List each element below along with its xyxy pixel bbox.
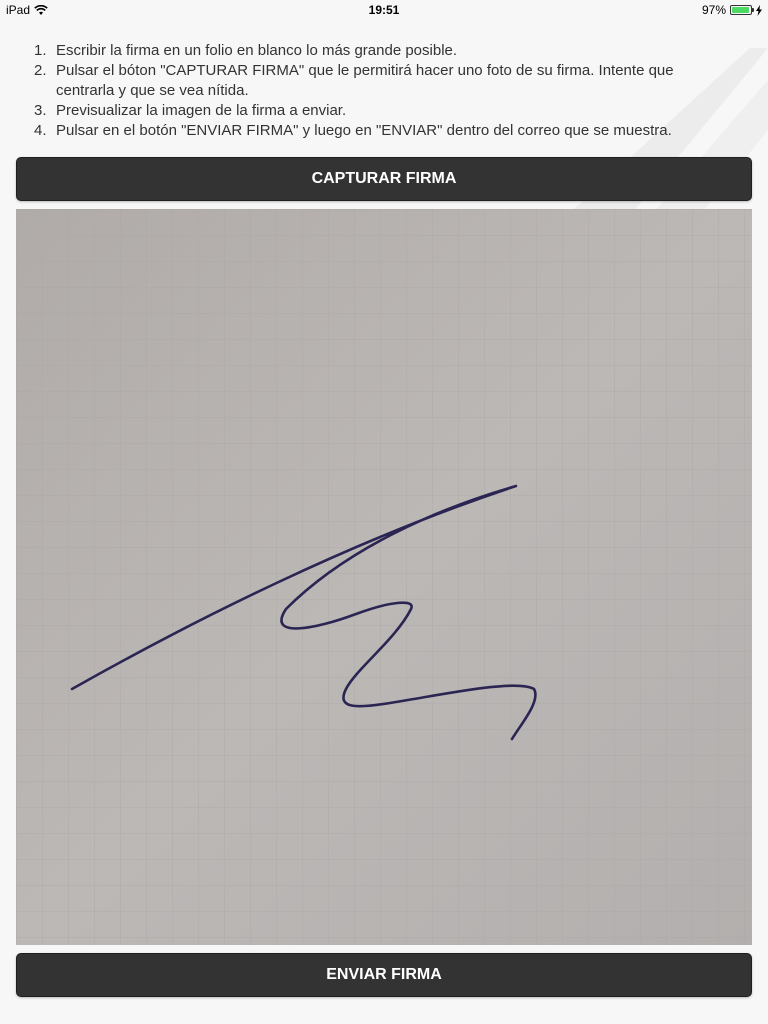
battery-fill xyxy=(732,7,750,13)
list-item-number: 4. xyxy=(34,122,47,139)
list-item-number: 1. xyxy=(34,42,47,59)
list-item-text: Previsualizar la imagen de la firma a en… xyxy=(56,102,347,119)
list-item: 1. Escribir la firma en un folio en blan… xyxy=(32,41,732,61)
status-right: 97% xyxy=(702,3,762,17)
list-item: 4. Pulsar en el botón "ENVIAR FIRMA" y l… xyxy=(32,121,732,141)
clock: 19:51 xyxy=(368,3,400,17)
signature-preview-image xyxy=(16,209,752,945)
list-item-text: Pulsar el bóton "CAPTURAR FIRMA" que le … xyxy=(56,62,674,99)
send-signature-button[interactable]: ENVIAR FIRMA xyxy=(16,953,752,997)
list-item-number: 2. xyxy=(34,62,47,79)
list-item-number: 3. xyxy=(34,102,47,119)
list-item: 3. Previsualizar la imagen de la firma a… xyxy=(32,101,732,121)
capture-signature-button[interactable]: CAPTURAR FIRMA xyxy=(16,157,752,201)
signature-photo xyxy=(16,209,752,945)
list-item: 2. Pulsar el bóton "CAPTURAR FIRMA" que … xyxy=(32,61,732,101)
status-bar: iPad 19:51 97% xyxy=(0,0,768,20)
app-content: Instrucciones de uso: 1. Escribir la fir… xyxy=(0,0,768,1024)
battery-tip xyxy=(752,8,754,12)
battery-percentage: 97% xyxy=(701,3,726,17)
battery-icon xyxy=(730,5,754,15)
instructions-list: 1. Escribir la firma en un folio en blan… xyxy=(32,41,732,141)
list-item-text: Pulsar en el botón "ENVIAR FIRMA" y lueg… xyxy=(56,122,672,139)
list-item-text: Escribir la firma en un folio en blanco … xyxy=(56,42,458,59)
charging-icon xyxy=(756,4,762,16)
